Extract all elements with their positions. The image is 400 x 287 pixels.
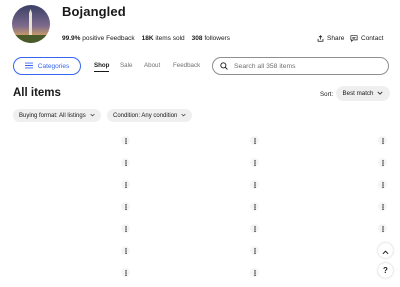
share-icon: [317, 35, 324, 42]
condition-filter[interactable]: Condition: Any condition: [107, 109, 193, 122]
item-more-options-button[interactable]: [121, 246, 130, 255]
seller-header: Bojangled 99.9% positive Feedback 18K it…: [0, 0, 400, 50]
more-vertical-icon: [253, 269, 256, 276]
message-icon: [350, 35, 358, 42]
condition-label: Condition: Any condition: [113, 112, 178, 119]
item-more-options-button[interactable]: [250, 268, 259, 277]
item-more-options-button[interactable]: [378, 224, 387, 233]
item-more-options-button[interactable]: [121, 180, 130, 189]
sort-label: Sort:: [320, 91, 334, 98]
more-vertical-icon: [381, 225, 384, 232]
seller-avatar[interactable]: [12, 5, 50, 43]
page-title: All items: [13, 87, 61, 99]
chevron-down-icon: [90, 113, 95, 119]
buying-format-label: Buying format: All listings: [19, 112, 86, 119]
followers-label: followers: [204, 35, 230, 42]
item-more-options-button[interactable]: [250, 158, 259, 167]
search-icon: [220, 57, 228, 75]
item-more-options-button[interactable]: [250, 202, 259, 211]
help-button[interactable]: ?: [378, 263, 393, 278]
followers-count: 308: [191, 35, 203, 42]
items-sold-count: 18K: [141, 35, 154, 42]
more-vertical-icon: [253, 137, 256, 144]
sort-value: Best match: [342, 90, 374, 97]
tab-shop[interactable]: Shop: [94, 62, 110, 72]
item-more-options-button[interactable]: [250, 246, 259, 255]
more-vertical-icon: [253, 203, 256, 210]
chevron-down-icon: [181, 113, 187, 119]
tab-about[interactable]: About: [144, 62, 160, 69]
chevron-up-icon: [382, 242, 389, 260]
items-sold-stat: 18K items sold: [142, 35, 185, 42]
followers-stat: 308 followers: [192, 35, 230, 42]
item-more-options-button[interactable]: [250, 180, 259, 189]
more-vertical-icon: [381, 137, 384, 144]
share-button[interactable]: Share: [317, 35, 344, 42]
help-icon: ?: [383, 265, 388, 275]
more-vertical-icon: [124, 181, 127, 188]
more-vertical-icon: [253, 225, 256, 232]
more-vertical-icon: [381, 181, 384, 188]
more-vertical-icon: [253, 159, 256, 166]
chevron-down-icon: [377, 90, 384, 97]
seller-name: Bojangled: [62, 4, 126, 19]
item-more-options-button[interactable]: [378, 136, 387, 145]
item-more-options-button[interactable]: [121, 202, 130, 211]
item-more-options-button[interactable]: [121, 136, 130, 145]
hamburger-icon: [24, 62, 33, 71]
more-vertical-icon: [253, 181, 256, 188]
categories-label: Categories: [37, 62, 70, 70]
tab-feedback[interactable]: Feedback: [173, 62, 200, 69]
contact-label: Contact: [361, 35, 384, 42]
feedback-stat[interactable]: 99.9% positive Feedback: [62, 35, 135, 42]
item-more-options-button[interactable]: [250, 224, 259, 233]
scroll-to-top-button[interactable]: [378, 243, 393, 258]
feedback-percent: 99.9%: [62, 35, 81, 42]
tab-sale[interactable]: Sale: [120, 62, 132, 69]
more-vertical-icon: [124, 225, 127, 232]
item-more-options-button[interactable]: [121, 224, 130, 233]
item-more-options-button[interactable]: [121, 268, 130, 277]
item-more-options-button[interactable]: [378, 180, 387, 189]
more-vertical-icon: [124, 247, 127, 254]
share-label: Share: [327, 35, 345, 42]
more-vertical-icon: [124, 137, 127, 144]
item-more-options-button[interactable]: [378, 202, 387, 211]
buying-format-filter[interactable]: Buying format: All listings: [13, 109, 101, 122]
items-sold-label: items sold: [155, 35, 185, 42]
more-vertical-icon: [381, 203, 384, 210]
seller-stats: 99.9% positive Feedback 18K items sold 3…: [62, 35, 230, 42]
contact-button[interactable]: Contact: [350, 35, 383, 42]
feedback-label: positive Feedback: [82, 35, 135, 42]
more-vertical-icon: [124, 203, 127, 210]
item-more-options-button[interactable]: [250, 136, 259, 145]
item-more-options-button[interactable]: [121, 158, 130, 167]
store-search-box[interactable]: [212, 57, 389, 75]
more-vertical-icon: [124, 159, 127, 166]
more-vertical-icon: [124, 269, 127, 276]
sort-dropdown[interactable]: Best match: [336, 86, 390, 101]
store-nav: Categories Shop Sale About Feedback: [0, 57, 400, 75]
item-more-options-button[interactable]: [378, 158, 387, 167]
more-vertical-icon: [253, 247, 256, 254]
more-vertical-icon: [381, 159, 384, 166]
search-input[interactable]: [234, 62, 384, 70]
categories-button[interactable]: Categories: [13, 57, 81, 75]
